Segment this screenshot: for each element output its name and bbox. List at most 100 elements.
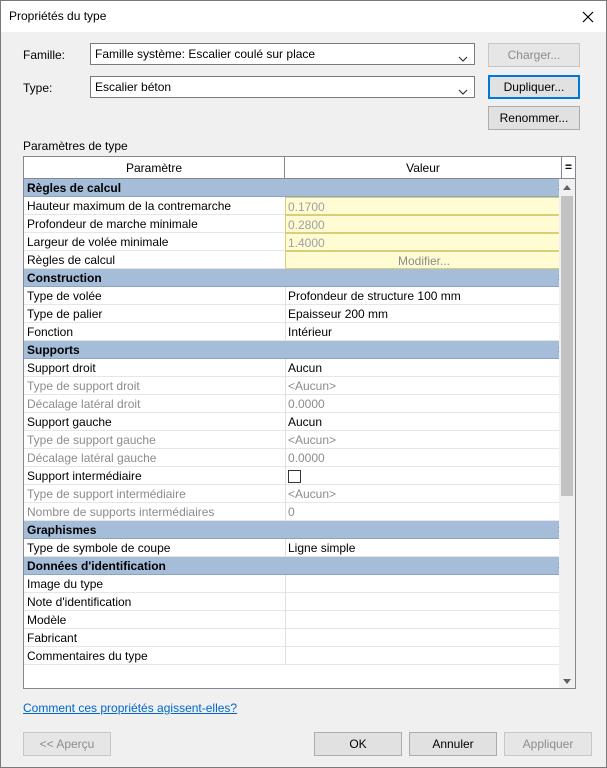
parameter-value[interactable] xyxy=(285,593,561,611)
table-row[interactable]: Type de support gauche <Aucun> xyxy=(24,431,575,449)
value-text: Aucun xyxy=(288,361,323,375)
group-header[interactable]: Règles de calcul xyxy=(24,179,575,197)
help-link[interactable]: Comment ces propriétés agissent-elles? xyxy=(23,701,237,715)
chevron-down-icon xyxy=(458,84,468,98)
parameter-name: Support intermédiaire xyxy=(27,469,142,483)
table-row[interactable]: Largeur de volée minimale 1.4000 xyxy=(24,233,575,251)
group-header[interactable]: Supports xyxy=(24,341,575,359)
modifier-button[interactable]: Modifier... xyxy=(288,254,560,268)
type-properties-dialog: Propriétés du type Famille: Famille syst… xyxy=(0,0,607,768)
table-row[interactable]: Type de palier Epaisseur 200 mm xyxy=(24,305,575,323)
annuler-button[interactable]: Annuler xyxy=(409,732,497,756)
parameter-value: <Aucun> xyxy=(285,485,561,503)
scrollbar-thumb[interactable] xyxy=(561,196,573,496)
parameter-value[interactable]: Aucun xyxy=(285,359,561,377)
parameter-value: 0.0000 xyxy=(285,449,561,467)
parameter-value[interactable]: Ligne simple xyxy=(285,539,561,557)
scroll-down-icon[interactable] xyxy=(559,673,575,688)
famille-select[interactable]: Famille système: Escalier coulé sur plac… xyxy=(90,43,475,65)
close-icon[interactable] xyxy=(570,1,606,32)
dupliquer-button[interactable]: Dupliquer... xyxy=(488,75,580,99)
checkbox[interactable] xyxy=(288,470,301,483)
parameter-value[interactable] xyxy=(285,575,561,593)
value-text: 0.0000 xyxy=(288,397,325,411)
group-title: Construction xyxy=(27,271,102,285)
value-text: 0.0000 xyxy=(288,451,325,465)
parameter-value[interactable] xyxy=(285,629,561,647)
table-row[interactable]: Modèle xyxy=(24,611,575,629)
table-row[interactable]: Hauteur maximum de la contremarche 0.1700 xyxy=(24,197,575,215)
table-row[interactable]: Image du type xyxy=(24,575,575,593)
parameter-name: Largeur de volée minimale xyxy=(27,235,169,249)
type-select[interactable]: Escalier béton xyxy=(90,76,475,98)
table-row[interactable]: Décalage latéral gauche 0.0000 xyxy=(24,449,575,467)
group-title: Données d'identification xyxy=(27,559,166,573)
value-text: <Aucun> xyxy=(288,433,337,447)
table-row[interactable]: Fonction Intérieur xyxy=(24,323,575,341)
table-row[interactable]: Type de support droit <Aucun> xyxy=(24,377,575,395)
title-bar: Propriétés du type xyxy=(1,1,606,32)
group-header[interactable]: Construction xyxy=(24,269,575,287)
table-row[interactable]: Commentaires du type xyxy=(24,647,575,665)
renommer-button[interactable]: Renommer... xyxy=(488,106,580,130)
value-text: Intérieur xyxy=(288,325,333,339)
parameter-name: Décalage latéral gauche xyxy=(27,451,157,465)
parameter-value[interactable] xyxy=(285,467,561,485)
apercu-button[interactable]: << Aperçu xyxy=(23,732,111,756)
column-header-value[interactable]: Valeur xyxy=(285,157,562,178)
parameter-value[interactable]: 1.4000 xyxy=(285,233,561,251)
parameter-name: Type de support gauche xyxy=(27,433,156,447)
parameter-value[interactable]: Aucun xyxy=(285,413,561,431)
table-row[interactable]: Type de support intermédiaire <Aucun> xyxy=(24,485,575,503)
parameter-name: Modèle xyxy=(27,613,67,627)
value-text: Ligne simple xyxy=(288,541,356,555)
parameter-value[interactable]: Intérieur xyxy=(285,323,561,341)
table-row[interactable]: Support droit Aucun xyxy=(24,359,575,377)
type-label: Type: xyxy=(23,81,53,95)
table-row[interactable]: Nombre de supports intermédiaires 0 xyxy=(24,503,575,521)
parameter-name: Fonction xyxy=(27,325,74,339)
table-row[interactable]: Profondeur de marche minimale 0.2800 xyxy=(24,215,575,233)
parameter-value[interactable]: Profondeur de structure 100 mm xyxy=(285,287,561,305)
group-header[interactable]: Graphismes xyxy=(24,521,575,539)
table-row[interactable]: Type de volée Profondeur de structure 100… xyxy=(24,287,575,305)
parameter-value[interactable]: 0.2800 xyxy=(285,215,561,233)
parameter-value[interactable]: Modifier... xyxy=(285,251,561,269)
group-header[interactable]: Données d'identification xyxy=(24,557,575,575)
table-row[interactable]: Décalage latéral droit 0.0000 xyxy=(24,395,575,413)
parameter-name: Image du type xyxy=(27,577,104,591)
grid-header: Paramètre Valeur = xyxy=(24,157,575,179)
parameter-name: Support droit xyxy=(27,361,96,375)
parameter-value[interactable] xyxy=(285,611,561,629)
group-title: Règles de calcul xyxy=(27,181,122,195)
table-row[interactable]: Fabricant xyxy=(24,629,575,647)
table-row[interactable]: Support intermédiaire xyxy=(24,467,575,485)
value-text: 1.4000 xyxy=(288,236,325,250)
charger-button[interactable]: Charger... xyxy=(488,43,580,67)
parameter-value[interactable]: Epaisseur 200 mm xyxy=(285,305,561,323)
appliquer-button[interactable]: Appliquer xyxy=(504,732,592,756)
column-header-formula[interactable]: = xyxy=(562,157,575,178)
parameter-value[interactable]: 0.1700 xyxy=(285,197,561,215)
parameter-name: Commentaires du type xyxy=(27,649,148,663)
window-title: Propriétés du type xyxy=(9,9,107,23)
grid-rows: Règles de calcul Hauteur maximum de la co… xyxy=(24,179,575,665)
parameter-name: Note d'identification xyxy=(27,595,132,609)
parameter-name: Support gauche xyxy=(27,415,112,429)
parameter-name: Décalage latéral droit xyxy=(27,397,141,411)
table-row[interactable]: Règles de calcul Modifier... xyxy=(24,251,575,269)
value-text: 0 xyxy=(288,505,295,519)
parameter-value[interactable] xyxy=(285,647,561,665)
ok-button[interactable]: OK xyxy=(314,732,402,756)
value-text: Profondeur de structure 100 mm xyxy=(288,289,461,303)
table-row[interactable]: Type de symbole de coupe Ligne simple xyxy=(24,539,575,557)
column-header-parameter[interactable]: Paramètre xyxy=(24,157,285,178)
table-row[interactable]: Note d'identification xyxy=(24,593,575,611)
vertical-scrollbar[interactable] xyxy=(559,179,575,688)
table-row[interactable]: Support gauche Aucun xyxy=(24,413,575,431)
scroll-up-icon[interactable] xyxy=(559,179,575,195)
parameter-name: Type de palier xyxy=(27,307,103,321)
parameter-value: <Aucun> xyxy=(285,431,561,449)
value-text: <Aucun> xyxy=(288,487,337,501)
group-title: Supports xyxy=(27,343,80,357)
